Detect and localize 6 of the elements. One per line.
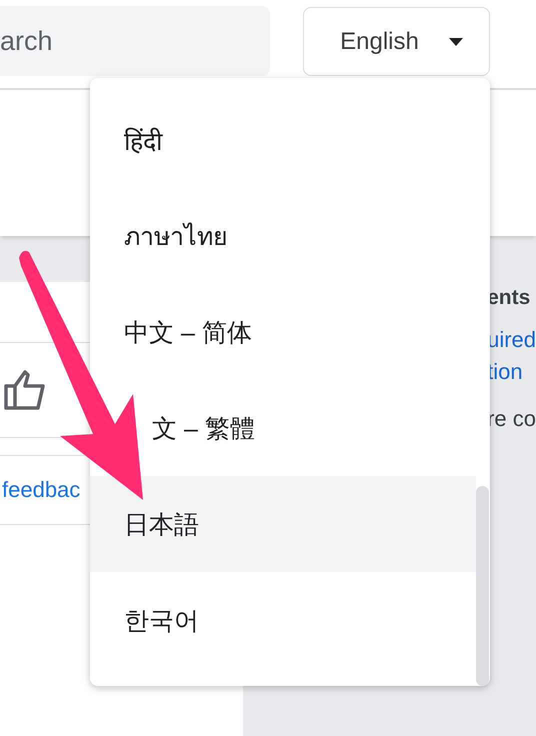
search-field[interactable]: arch	[0, 6, 270, 76]
language-dropdown[interactable]: English	[303, 7, 490, 76]
caret-icon	[448, 38, 463, 46]
scrollbar-thumb[interactable]	[476, 486, 489, 686]
language-option[interactable]: 日本語	[90, 476, 476, 572]
feedback-link[interactable]: feedbac	[2, 477, 80, 503]
